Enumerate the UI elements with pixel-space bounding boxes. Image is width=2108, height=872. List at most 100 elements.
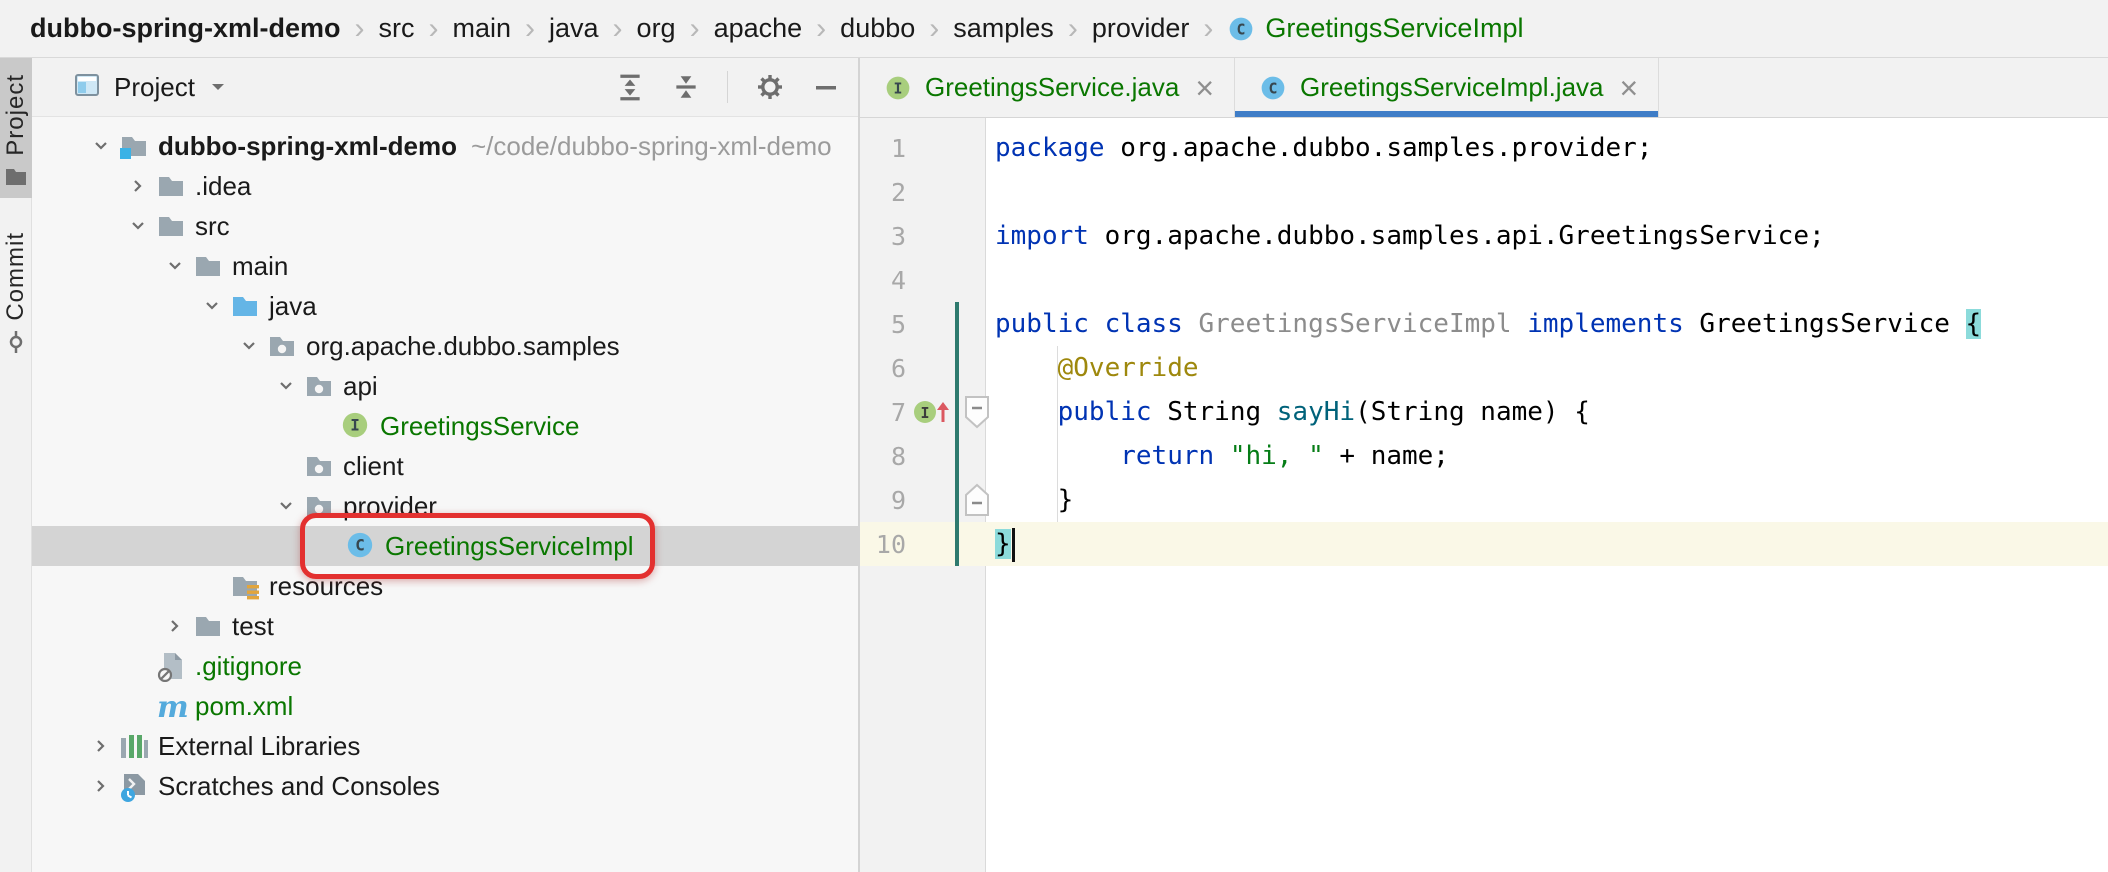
chevron-expanded-icon[interactable] <box>84 134 118 158</box>
tree-item-test[interactable]: test <box>32 606 858 646</box>
code-editor[interactable]: 1234567I8910 package org.apache.dubbo.sa… <box>860 118 2108 872</box>
tree-item-pom.xml[interactable]: mpom.xml <box>32 686 858 726</box>
code-token: sayHi <box>1277 397 1355 427</box>
gear-icon[interactable] <box>754 71 786 103</box>
chevron-expanded-icon[interactable] <box>158 254 192 278</box>
tree-item-label: .gitignore <box>195 651 302 682</box>
close-tab-icon[interactable]: × <box>1620 72 1639 104</box>
breadcrumb-item-provider[interactable]: provider <box>1092 13 1190 44</box>
code-token: return <box>1120 441 1214 471</box>
code-token: GreetingsServiceImpl <box>1183 309 1512 339</box>
gutter-row: 4 <box>860 258 985 302</box>
fold-end-marker[interactable] <box>962 483 992 522</box>
folder-icon <box>155 170 187 202</box>
svg-text:C: C <box>1269 79 1278 97</box>
gutter-row: 10 <box>860 522 985 566</box>
svg-text:I: I <box>920 404 929 422</box>
breadcrumb-item-GreetingsServiceImpl[interactable]: CGreetingsServiceImpl <box>1227 13 1523 44</box>
line-number: 3 <box>860 222 906 251</box>
class-icon: C <box>1227 15 1255 43</box>
tree-item-dubbo-spring-xml-demo[interactable]: dubbo-spring-xml-demo~/code/dubbo-spring… <box>32 126 858 166</box>
svg-text:C: C <box>1237 20 1246 38</box>
expand-all-icon[interactable] <box>615 72 645 102</box>
interface-icon: I <box>340 410 372 442</box>
tree-item-label: Scratches and Consoles <box>158 771 440 802</box>
folder-source-icon <box>229 290 261 322</box>
tree-item-src[interactable]: src <box>32 206 858 246</box>
breadcrumb-separator: › <box>1203 14 1213 44</box>
editor-tab-bar: IGreetingsService.java×CGreetingsService… <box>860 58 2108 118</box>
toolwindow-button-commit[interactable]: Commit <box>0 216 32 367</box>
code-token: import <box>995 221 1089 251</box>
chevron-expanded-icon[interactable] <box>269 374 303 398</box>
tree-item-label: api <box>343 371 378 402</box>
gutter-row: 8 <box>860 434 985 478</box>
package-icon <box>266 330 298 362</box>
class-icon: C <box>345 530 377 562</box>
chevron-collapsed-icon[interactable] <box>84 774 118 798</box>
breadcrumb-separator: › <box>816 14 826 44</box>
chevron-collapsed-icon[interactable] <box>158 614 192 638</box>
line-number: 2 <box>860 178 906 207</box>
tree-item-External Libraries[interactable]: External Libraries <box>32 726 858 766</box>
close-tab-icon[interactable]: × <box>1195 72 1214 104</box>
breadcrumb-separator: › <box>690 14 700 44</box>
hide-toolwindow-icon[interactable] <box>812 73 840 101</box>
folder-root-icon <box>118 130 150 162</box>
chevron-expanded-icon[interactable] <box>232 334 266 358</box>
breadcrumb-separator: › <box>428 14 438 44</box>
breadcrumb-item-apache[interactable]: apache <box>714 13 803 44</box>
tree-item-java[interactable]: java <box>32 286 858 326</box>
tab-label: GreetingsService.java <box>925 72 1179 103</box>
tree-item-GreetingsServiceImpl[interactable]: CGreetingsServiceImpl <box>32 526 858 566</box>
tree-item-label: client <box>343 451 404 482</box>
tree-item-Scratches and Consoles[interactable]: Scratches and Consoles <box>32 766 858 806</box>
code-token: @Override <box>1058 353 1199 383</box>
stripe-label: Project <box>2 74 30 156</box>
breadcrumb-item-java[interactable]: java <box>549 13 599 44</box>
tree-item-.gitignore[interactable]: .gitignore <box>32 646 858 686</box>
code-line-1: package org.apache.dubbo.samples.provide… <box>995 126 2108 170</box>
breadcrumb-item-samples[interactable]: samples <box>953 13 1054 44</box>
folder-icon <box>155 210 187 242</box>
commit-icon <box>5 330 27 354</box>
editor-tab-GreetingsService.java[interactable]: IGreetingsService.java× <box>860 58 1235 117</box>
line-number: 9 <box>860 486 906 515</box>
code-line-7: public String sayHi(String name) { <box>995 390 2108 434</box>
code-line-9: } <box>995 478 2108 522</box>
code-token: public <box>1058 397 1152 427</box>
editor-tab-GreetingsServiceImpl.java[interactable]: C GreetingsServiceImpl.java × <box>1235 58 1659 117</box>
chevron-collapsed-icon[interactable] <box>121 174 155 198</box>
tree-item-GreetingsService[interactable]: IGreetingsService <box>32 406 858 446</box>
vcs-change-bar <box>955 302 959 566</box>
line-number: 4 <box>860 266 906 295</box>
tree-item-.idea[interactable]: .idea <box>32 166 858 206</box>
chevron-expanded-icon[interactable] <box>269 494 303 518</box>
breadcrumb-item-dubbo-spring-xml-demo[interactable]: dubbo-spring-xml-demo <box>30 13 340 44</box>
toolwindow-button-project[interactable]: Project <box>0 58 32 198</box>
resources-icon <box>229 570 261 602</box>
breadcrumb-separator: › <box>929 14 939 44</box>
collapse-all-icon[interactable] <box>671 72 701 102</box>
fold-start-marker[interactable] <box>962 395 992 434</box>
tree-item-main[interactable]: main <box>32 246 858 286</box>
tab-label: GreetingsServiceImpl.java <box>1300 72 1603 103</box>
chevron-expanded-icon[interactable] <box>195 294 229 318</box>
breadcrumb-item-src[interactable]: src <box>378 13 414 44</box>
implements-method-gutter-icon[interactable]: I <box>912 396 956 428</box>
code-token: + name; <box>1324 441 1449 471</box>
breadcrumb-item-main[interactable]: main <box>452 13 511 44</box>
tree-item-api[interactable]: api <box>32 366 858 406</box>
tree-item-org.apache.dubbo.samples[interactable]: org.apache.dubbo.samples <box>32 326 858 366</box>
chevron-collapsed-icon[interactable] <box>84 734 118 758</box>
breadcrumb-item-dubbo[interactable]: dubbo <box>840 13 915 44</box>
code-line-2 <box>995 170 2108 214</box>
code-content: package org.apache.dubbo.samples.provide… <box>986 118 2108 872</box>
chevron-down-icon[interactable] <box>209 81 227 93</box>
tree-item-client[interactable]: client <box>32 446 858 486</box>
stripe-label: Commit <box>2 232 30 321</box>
code-token: "hi, " <box>1230 441 1324 471</box>
breadcrumb-item-org[interactable]: org <box>637 13 676 44</box>
code-token: package <box>995 133 1105 163</box>
chevron-expanded-icon[interactable] <box>121 214 155 238</box>
